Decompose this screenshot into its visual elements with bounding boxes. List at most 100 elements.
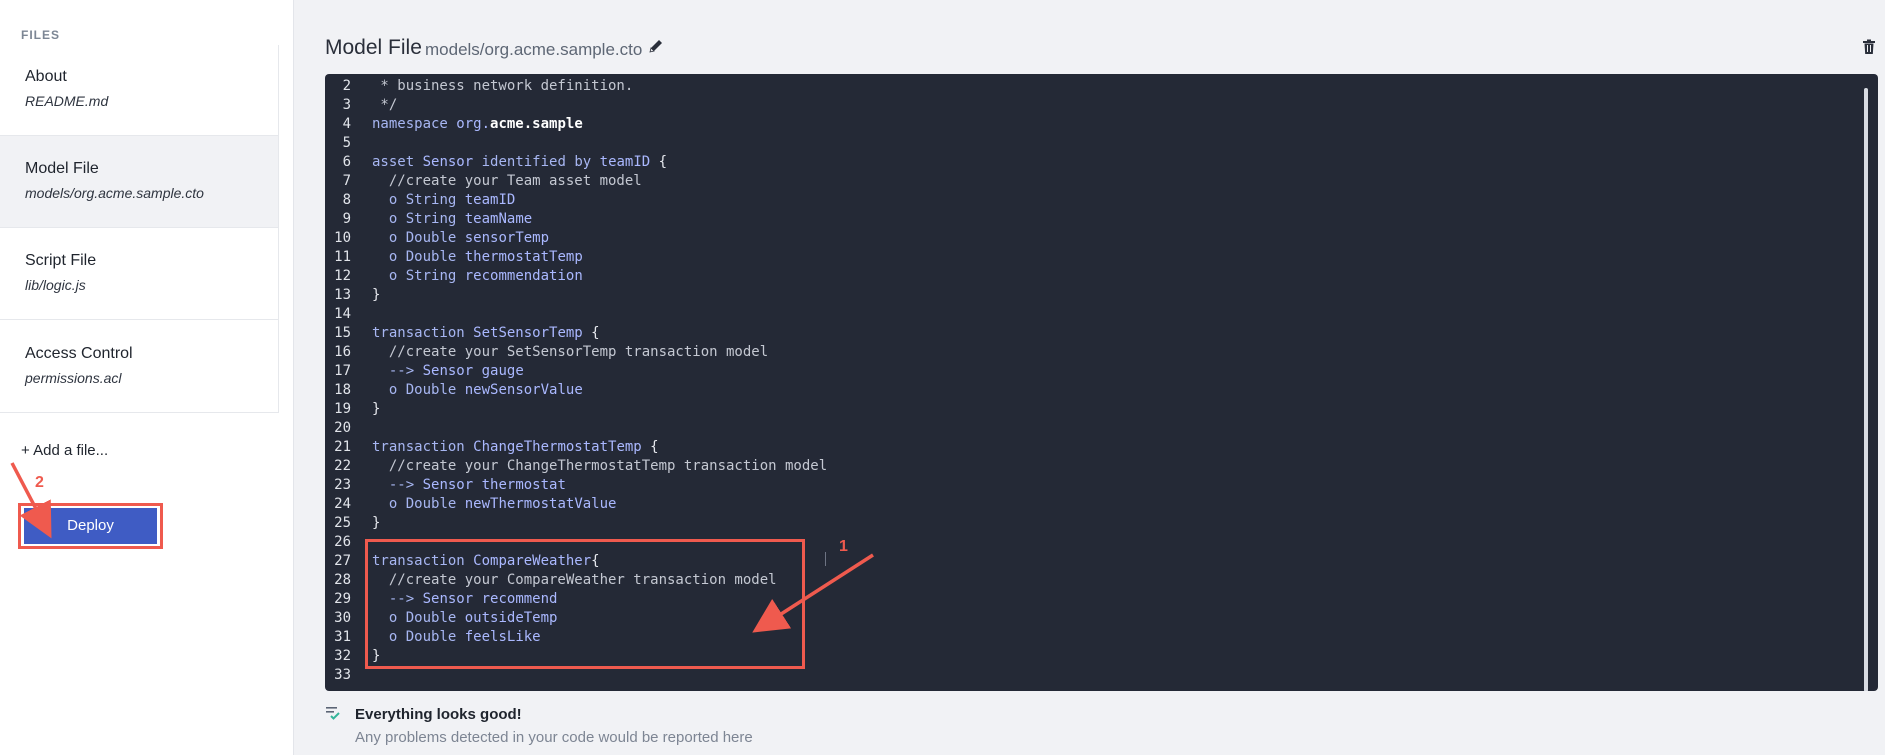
annotation-box-code	[365, 539, 805, 669]
line-number: 12	[334, 268, 351, 284]
code-line[interactable]: 6 asset Sensor identified by teamID {	[325, 153, 1845, 172]
line-number: 26	[334, 534, 351, 550]
code-text: namespace org.acme.sample	[372, 116, 583, 132]
code-text: --> Sensor gauge	[388, 363, 524, 379]
code-line[interactable]: 3 */	[325, 96, 1845, 115]
code-line[interactable]: 18 o Double newSensorValue	[325, 381, 1845, 400]
file-item-path: models/org.acme.sample.cto	[25, 185, 204, 201]
code-line[interactable]: 11 o Double thermostatTemp	[325, 248, 1845, 267]
deploy-button[interactable]: Deploy	[24, 508, 157, 544]
file-item-path: permissions.acl	[25, 370, 122, 386]
code-text: //create your ChangeThermostatTemp trans…	[372, 458, 828, 474]
line-number: 31	[334, 629, 351, 645]
pencil-icon[interactable]	[648, 38, 664, 54]
code-text: --> Sensor thermostat	[388, 477, 566, 493]
code-line[interactable]: 21 transaction ChangeThermostatTemp {	[325, 438, 1845, 457]
line-number: 3	[342, 97, 351, 113]
line-number: 8	[342, 192, 351, 208]
line-number: 21	[334, 439, 351, 455]
file-item-title: Script File	[25, 252, 97, 269]
code-line[interactable]: 4 namespace org.acme.sample	[325, 115, 1845, 134]
code-line[interactable]: 16 //create your SetSensorTemp transacti…	[325, 343, 1845, 362]
code-line[interactable]: 7 //create your Team asset model	[325, 172, 1845, 191]
line-number: 9	[342, 211, 351, 227]
line-number: 11	[334, 249, 351, 265]
line-number: 22	[334, 458, 351, 474]
line-number: 10	[334, 230, 351, 246]
file-item-path: README.md	[25, 93, 109, 109]
file-item-script-file[interactable]: Script File lib/logic.js	[0, 228, 278, 320]
code-text: o Double newSensorValue	[388, 382, 583, 398]
code-line[interactable]: 14	[325, 305, 1845, 324]
line-number: 6	[342, 154, 351, 170]
code-editor[interactable]: 2 * business network definition. 3 */4 nam…	[325, 74, 1878, 691]
code-text: }	[372, 401, 381, 417]
annotation-label-2: 2	[35, 474, 44, 491]
code-line[interactable]: 17 --> Sensor gauge	[325, 362, 1845, 381]
code-line[interactable]: 22 //create your ChangeThermostatTemp tr…	[325, 457, 1845, 476]
code-text: transaction ChangeThermostatTemp {	[372, 439, 659, 455]
code-line[interactable]: 15 transaction SetSensorTemp {	[325, 324, 1845, 343]
code-text: o Double thermostatTemp	[388, 249, 583, 265]
line-number: 24	[334, 496, 351, 512]
code-text: transaction SetSensorTemp {	[372, 325, 600, 341]
line-number: 23	[334, 477, 351, 493]
code-line[interactable]: 2 * business network definition.	[325, 77, 1845, 96]
line-number: 20	[334, 420, 351, 436]
mouse-text-cursor	[825, 552, 826, 566]
code-text: }	[372, 515, 381, 531]
code-text: }	[372, 287, 381, 303]
code-line[interactable]: 20	[325, 419, 1845, 438]
code-line[interactable]: 13}	[325, 286, 1845, 305]
files-section-label: FILES	[21, 28, 61, 42]
line-number: 33	[334, 667, 351, 683]
code-line[interactable]: 10 o Double sensorTemp	[325, 229, 1845, 248]
line-number: 18	[334, 382, 351, 398]
line-number: 5	[342, 135, 351, 151]
code-line[interactable]: 12 o String recommendation	[325, 267, 1845, 286]
code-line[interactable]: 19}	[325, 400, 1845, 419]
code-line[interactable]: 8 o String teamID	[325, 191, 1845, 210]
trash-icon[interactable]	[1862, 39, 1876, 55]
file-sidebar: FILES About README.md Model File models/…	[0, 0, 294, 755]
editor-scrollbar-thumb[interactable]	[1864, 88, 1868, 691]
line-number: 7	[342, 173, 351, 189]
line-number: 4	[342, 116, 351, 132]
file-item-path: lib/logic.js	[25, 277, 86, 293]
code-line[interactable]: 25}	[325, 514, 1845, 533]
line-number: 29	[334, 591, 351, 607]
file-item-title: About	[25, 68, 67, 85]
line-number: 32	[334, 648, 351, 664]
file-item-title: Access Control	[25, 345, 133, 362]
file-item-title: Model File	[25, 160, 99, 177]
line-number: 15	[334, 325, 351, 341]
line-number: 25	[334, 515, 351, 531]
code-text: o Double sensorTemp	[388, 230, 550, 246]
code-line[interactable]: 24 o Double newThermostatValue	[325, 495, 1845, 514]
line-number: 30	[334, 610, 351, 626]
page-file-path: models/org.acme.sample.cto	[425, 40, 643, 59]
check-list-icon	[326, 707, 340, 720]
line-number: 14	[334, 306, 351, 322]
code-text: o Double newThermostatValue	[388, 496, 617, 512]
code-text: */	[372, 97, 398, 113]
code-line[interactable]: 9 o String teamName	[325, 210, 1845, 229]
code-line[interactable]: 23 --> Sensor thermostat	[325, 476, 1845, 495]
code-text: asset Sensor identified by teamID {	[372, 154, 668, 170]
code-text: o String teamID	[388, 192, 516, 208]
file-item-model-file[interactable]: Model File models/org.acme.sample.cto	[0, 136, 278, 228]
add-file-link[interactable]: + Add a file...	[21, 442, 108, 459]
sidebar-divider	[278, 45, 279, 413]
line-number: 27	[334, 553, 351, 569]
status-subtitle: Any problems detected in your code would…	[355, 729, 753, 746]
line-number: 2	[342, 78, 351, 94]
line-number: 13	[334, 287, 351, 303]
file-item-about[interactable]: About README.md	[0, 44, 278, 136]
line-number: 19	[334, 401, 351, 417]
code-text: o String recommendation	[388, 268, 583, 284]
line-number: 16	[334, 344, 351, 360]
code-text: //create your SetSensorTemp transaction …	[372, 344, 769, 360]
code-line[interactable]: 5	[325, 134, 1845, 153]
annotation-label-1: 1	[839, 538, 848, 555]
file-item-access-control[interactable]: Access Control permissions.acl	[0, 321, 278, 413]
